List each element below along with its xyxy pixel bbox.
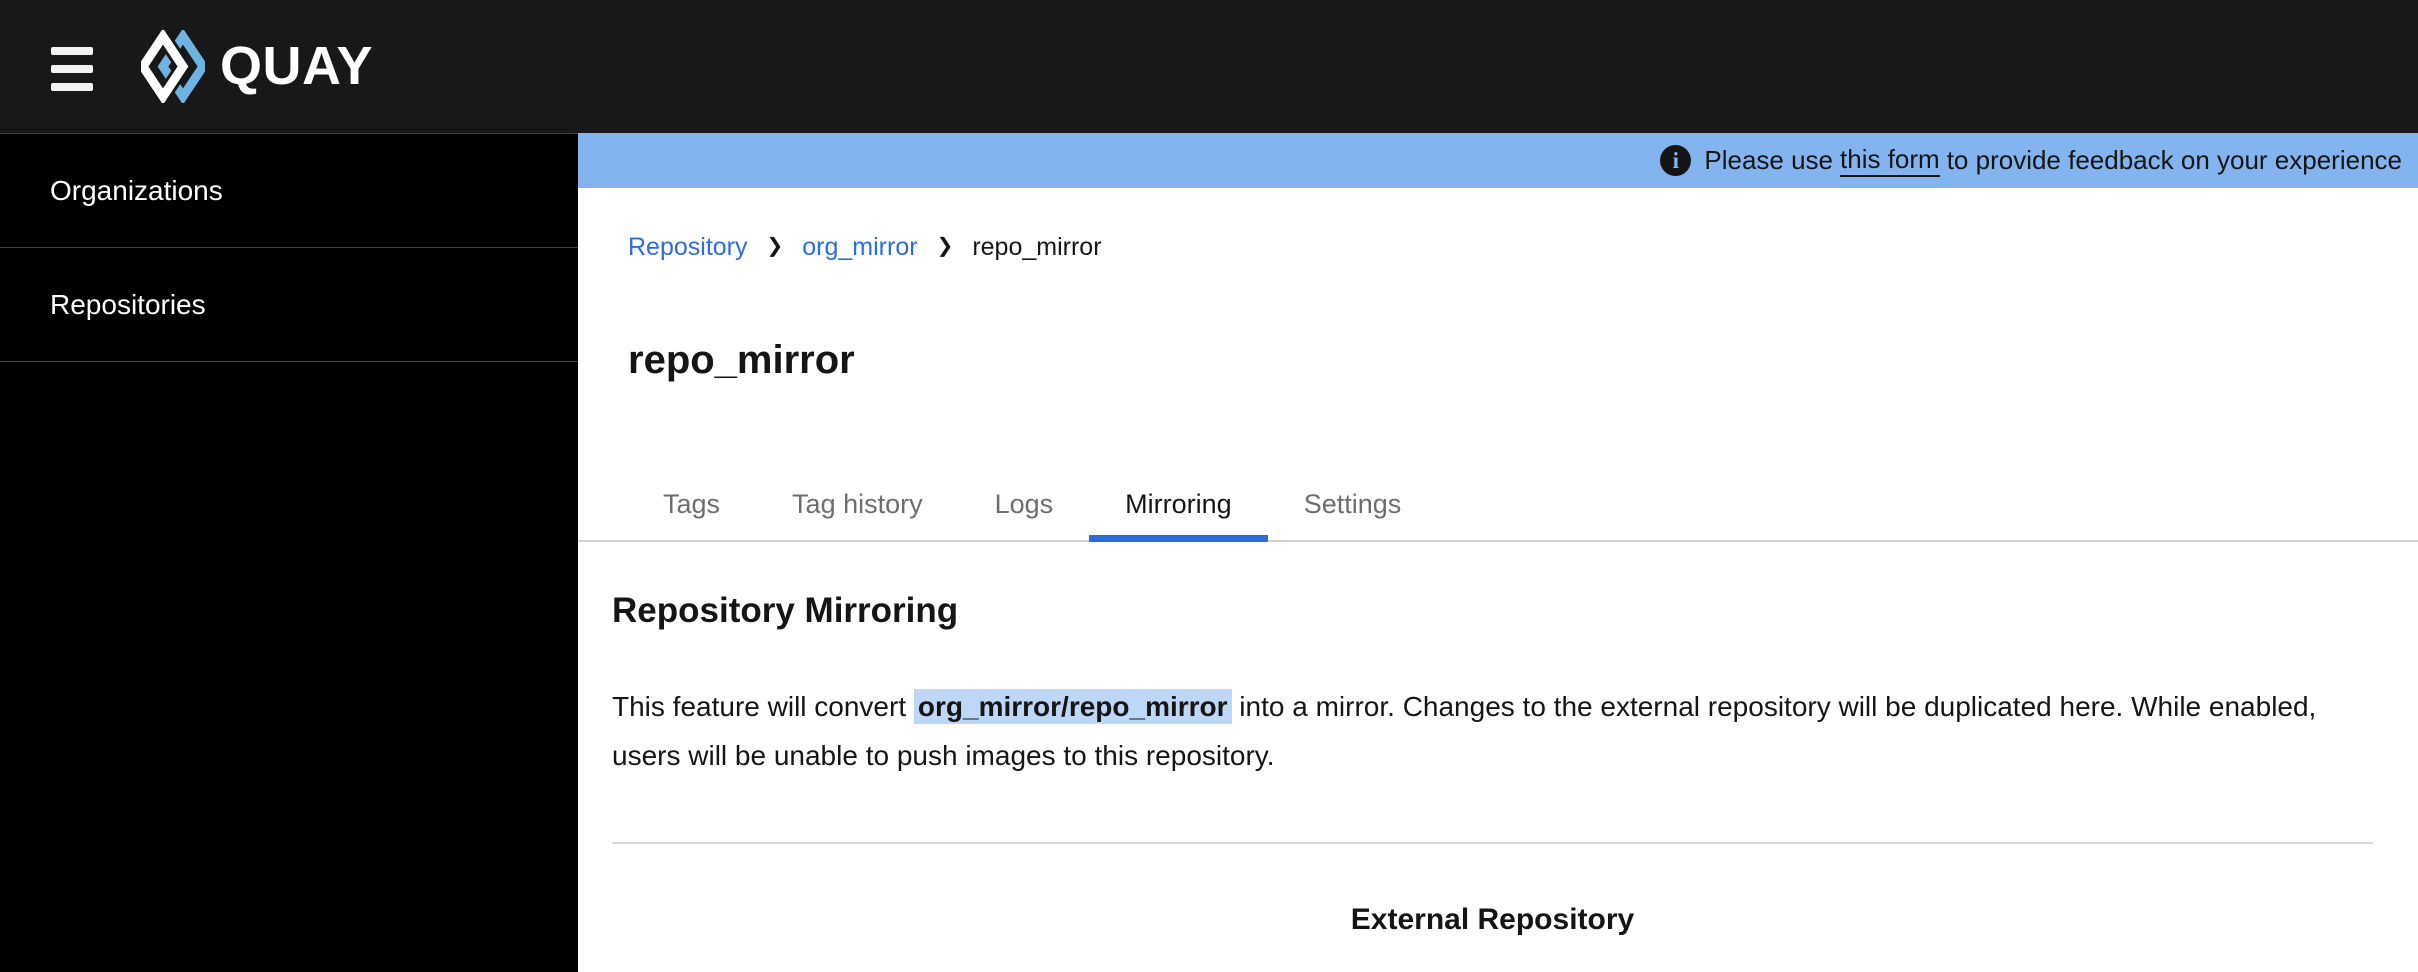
hamburger-icon [51,65,93,73]
quay-app-screen: QUAY Organizations Repositories i Please… [0,0,2418,972]
external-repository-heading: External Repository [1350,903,1635,936]
section-divider [612,842,2373,844]
feedback-form-link[interactable]: this form [1840,144,1940,177]
sidebar-item-organizations[interactable]: Organizations [0,134,578,248]
feedback-text-suffix: to provide feedback on your experience [1946,145,2402,175]
tab-mirroring[interactable]: Mirroring [1089,470,1268,542]
repository-mirroring-heading: Repository Mirroring [612,591,959,630]
hamburger-icon [51,47,93,55]
breadcrumb-link-org-mirror[interactable]: org_mirror [802,232,917,262]
tab-mirroring-label: Mirroring [1125,489,1232,519]
page-title: repo_mirror [628,338,855,382]
quay-logo-text: QUAY [220,36,374,96]
repository-tabs: Tags Tag history Logs Mirroring Settings [578,470,2418,542]
feedback-banner: i Please use this form to provide feedba… [578,133,2418,188]
quay-logo-mark-icon [141,30,205,103]
hamburger-icon [51,83,93,91]
app-header: QUAY [0,0,2418,133]
breadcrumb: Repository ❯ org_mirror ❯ repo_mirror [578,188,2418,262]
repo-path-highlight: org_mirror/repo_mirror [913,689,1232,724]
feedback-text-prefix: Please use [1704,145,1834,175]
sidebar-item-repositories[interactable]: Repositories [0,248,578,362]
tab-tag-history[interactable]: Tag history [756,470,959,540]
chevron-right-icon: ❯ [766,235,784,257]
quay-logo[interactable]: QUAY [141,30,373,103]
chevron-right-icon: ❯ [936,235,954,257]
tab-settings[interactable]: Settings [1268,470,1438,540]
sidebar-item-label: Repositories [50,288,206,320]
main-content: i Please use this form to provide feedba… [578,133,2418,972]
info-icon: i [1660,145,1692,176]
breadcrumb-current-repo-mirror: repo_mirror [972,233,1102,261]
sidebar-nav: Organizations Repositories [0,133,578,972]
sidebar-item-label: Organizations [50,174,223,206]
hamburger-menu-button[interactable] [51,47,93,91]
breadcrumb-link-repository[interactable]: Repository [628,232,748,262]
mirroring-description: This feature will convert org_mirror/rep… [612,682,2352,780]
mirroring-description-before: This feature will convert [612,691,914,722]
tab-tags[interactable]: Tags [627,470,756,540]
active-tab-indicator [1089,535,1268,542]
tab-logs[interactable]: Logs [959,470,1090,540]
